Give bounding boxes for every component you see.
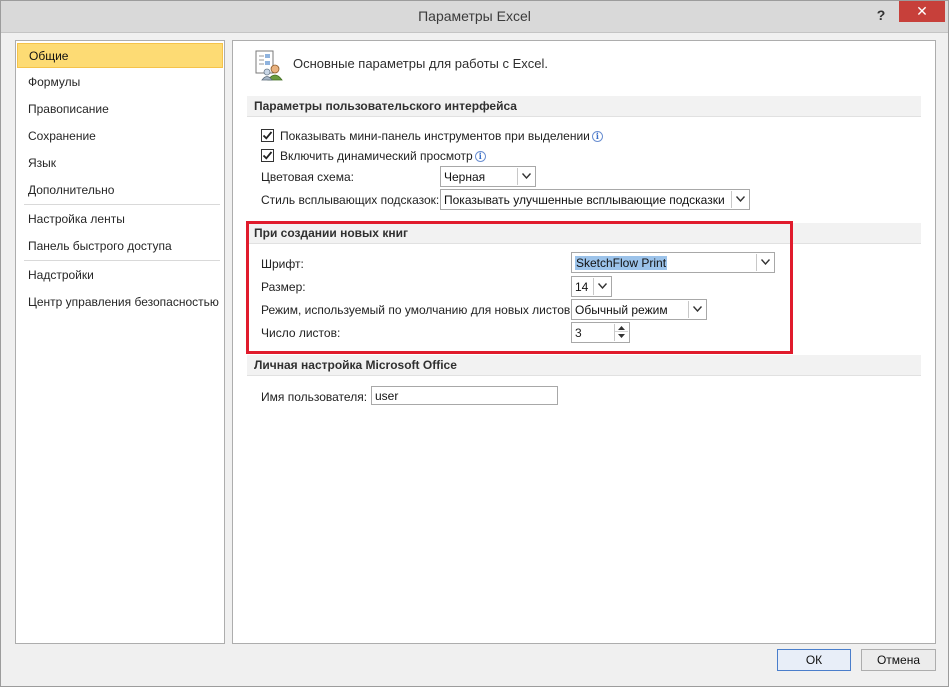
color-scheme-value: Черная	[444, 170, 486, 184]
checkmark-icon	[262, 131, 273, 140]
nav-item-addins[interactable]: Надстройки	[17, 263, 223, 288]
window-title: Параметры Excel	[418, 8, 531, 24]
close-button[interactable]: ✕	[899, 1, 945, 22]
checkmark-icon	[262, 151, 273, 160]
nav-item-label: Правописание	[28, 102, 109, 116]
username-input[interactable]	[372, 387, 557, 404]
cancel-button[interactable]: Отмена	[861, 649, 936, 671]
nav-item-language[interactable]: Язык	[17, 151, 223, 176]
nav-item-proofing[interactable]: Правописание	[17, 97, 223, 122]
help-button[interactable]: ?	[867, 5, 895, 25]
mini-toolbar-checkbox[interactable]	[261, 129, 274, 142]
section-ui-options-title: Параметры пользовательского интерфейса	[247, 96, 921, 117]
nav-item-label: Общие	[29, 49, 69, 63]
settings-panel: Основные параметры для работы с Excel. П…	[232, 40, 936, 644]
nav-item-label: Язык	[28, 156, 57, 170]
highlight-frame	[246, 221, 793, 354]
nav-item-general[interactable]: Общие	[17, 43, 223, 68]
ok-button[interactable]: ОК	[777, 649, 851, 671]
info-icon: i	[591, 131, 603, 142]
nav-item-quick-access-toolbar[interactable]: Панель быстрого доступа	[17, 234, 223, 259]
title-bar: Параметры Excel ? ✕	[1, 1, 948, 33]
live-preview-checkbox[interactable]	[261, 149, 274, 162]
nav-item-label: Центр управления безопасностью	[28, 295, 219, 309]
nav-divider	[24, 204, 220, 205]
tooltip-style-label: Стиль всплывающих подсказок:	[261, 193, 440, 207]
nav-item-label: Надстройки	[28, 268, 94, 282]
nav-item-customize-ribbon[interactable]: Настройка ленты	[17, 207, 223, 232]
panel-heading: Основные параметры для работы с Excel.	[293, 56, 548, 71]
nav-item-advanced[interactable]: Дополнительно	[17, 178, 223, 203]
nav-item-label: Панель быстрого доступа	[28, 239, 172, 253]
chevron-down-icon[interactable]	[517, 168, 534, 185]
tooltip-style-dropdown[interactable]: Показывать улучшенные всплывающие подска…	[440, 189, 750, 210]
info-icon: i	[474, 151, 486, 162]
category-list: Общие Формулы Правописание Сохранение Яз…	[15, 40, 225, 644]
nav-item-trust-center[interactable]: Центр управления безопасностью	[17, 290, 223, 315]
excel-options-dialog: Параметры Excel ? ✕ Общие Формулы Правоп…	[0, 0, 949, 687]
nav-item-save[interactable]: Сохранение	[17, 124, 223, 149]
color-scheme-label: Цветовая схема:	[261, 170, 354, 184]
section-office-title: Личная настройка Microsoft Office	[247, 355, 921, 376]
general-options-icon	[254, 49, 284, 81]
nav-item-label: Сохранение	[28, 129, 96, 143]
username-label: Имя пользователя:	[261, 390, 368, 404]
live-preview-label: Включить динамический просмотр i	[280, 149, 486, 163]
nav-item-label: Формулы	[28, 75, 81, 89]
nav-item-formulas[interactable]: Формулы	[17, 70, 223, 95]
chevron-down-icon[interactable]	[731, 191, 748, 208]
color-scheme-dropdown[interactable]: Черная	[440, 166, 536, 187]
nav-divider	[24, 260, 220, 261]
tooltip-style-value: Показывать улучшенные всплывающие подска…	[444, 193, 725, 207]
nav-item-label: Настройка ленты	[28, 212, 125, 226]
nav-item-label: Дополнительно	[28, 183, 115, 197]
mini-toolbar-label: Показывать мини-панель инструментов при …	[280, 129, 603, 143]
username-field[interactable]	[371, 386, 558, 405]
